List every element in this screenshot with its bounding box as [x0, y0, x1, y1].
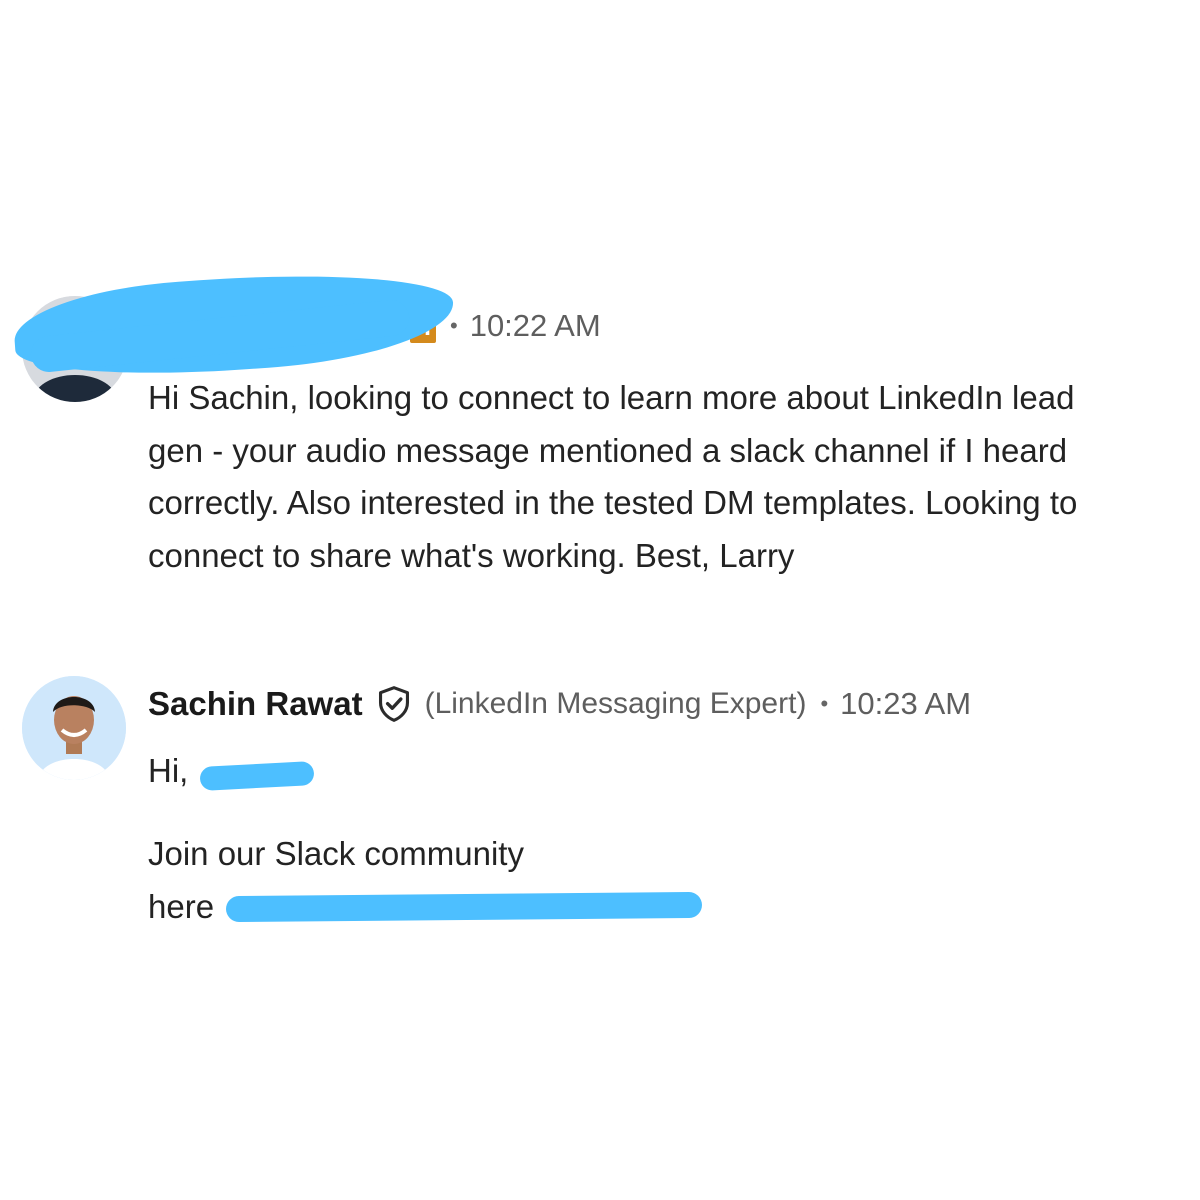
message-thread: n • 10:22 AM Hi Sachin, looking to conne…	[0, 0, 1200, 1200]
message-header: Sachin Rawat (LinkedIn Messaging Expert)…	[148, 680, 971, 728]
message-line: Join our Slack community	[148, 835, 524, 872]
sender-avatar[interactable]	[22, 676, 126, 780]
timestamp: 10:23 AM	[840, 686, 972, 721]
shield-check-icon	[378, 686, 409, 722]
timestamp: 10:22 AM	[469, 308, 601, 343]
separator-dot: •	[820, 691, 829, 716]
message-body: Hi Sachin, looking to connect to learn m…	[148, 379, 1078, 574]
redaction-mark	[225, 891, 703, 923]
redaction-mark	[199, 761, 315, 791]
separator-dot: •	[450, 313, 458, 338]
sender-headline: (LinkedIn Messaging Expert)	[424, 687, 807, 720]
sender-name[interactable]: Sachin Rawat	[148, 685, 363, 723]
message-text: here	[148, 887, 215, 925]
avatar-photo	[22, 676, 126, 780]
message-greeting: Hi,	[148, 752, 189, 789]
